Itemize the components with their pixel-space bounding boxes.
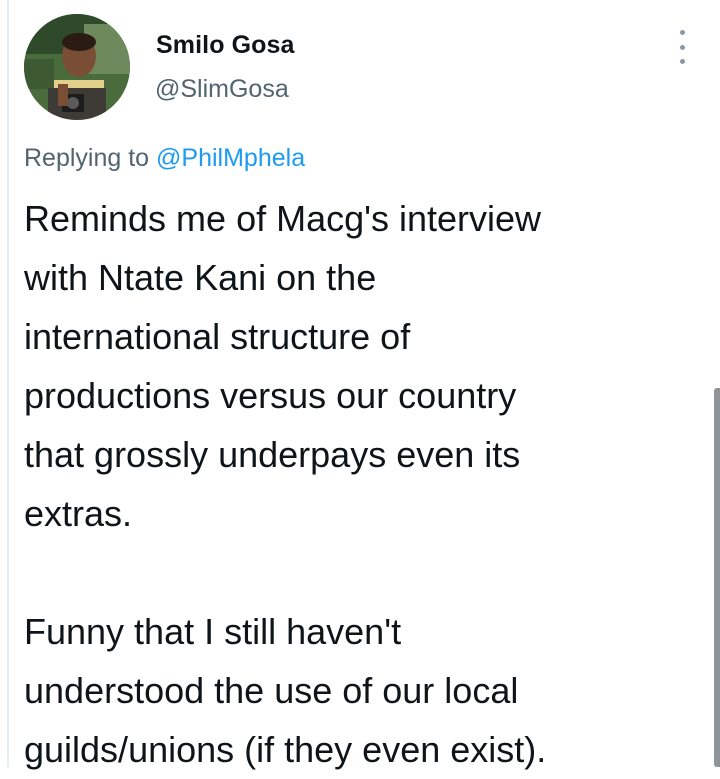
reply-target-link[interactable]: @PhilMphela [156, 144, 305, 172]
tweet-line: guilds/unions (if they even exist). [24, 729, 547, 770]
replying-to-label: Replying to [24, 144, 157, 172]
tweet-text: Reminds me of Macg's interview with Ntat… [24, 189, 704, 779]
tweet-line: Funny that I still haven't [24, 611, 402, 652]
tweet-line: that grossly underpays even its [24, 434, 521, 475]
avatar[interactable] [24, 14, 130, 120]
tweet-paragraph-1: Reminds me of Macg's interview with Ntat… [24, 189, 704, 543]
tweet-paragraph-2: Funny that I still haven't understood th… [24, 602, 704, 779]
dot [679, 30, 685, 35]
scrollbar-thumb[interactable] [714, 388, 720, 767]
tweet-line: understood the use of our local [24, 670, 519, 711]
replying-to: Replying to @PhilMphela [24, 144, 305, 173]
avatar-image [24, 14, 130, 120]
tweet-line: international structure of [24, 316, 411, 357]
more-vertical-icon[interactable] [672, 30, 692, 64]
left-divider [7, 0, 9, 767]
display-name[interactable]: Smilo Gosa [156, 31, 295, 60]
tweet-line: Reminds me of Macg's interview [24, 198, 542, 239]
dot [679, 59, 685, 64]
tweet-line: with Ntate Kani on the [24, 257, 377, 298]
dot [679, 44, 685, 50]
tweet-line: productions versus our country [24, 375, 517, 416]
tweet-line: extras. [24, 493, 133, 534]
user-handle[interactable]: @SlimGosa [155, 75, 289, 104]
